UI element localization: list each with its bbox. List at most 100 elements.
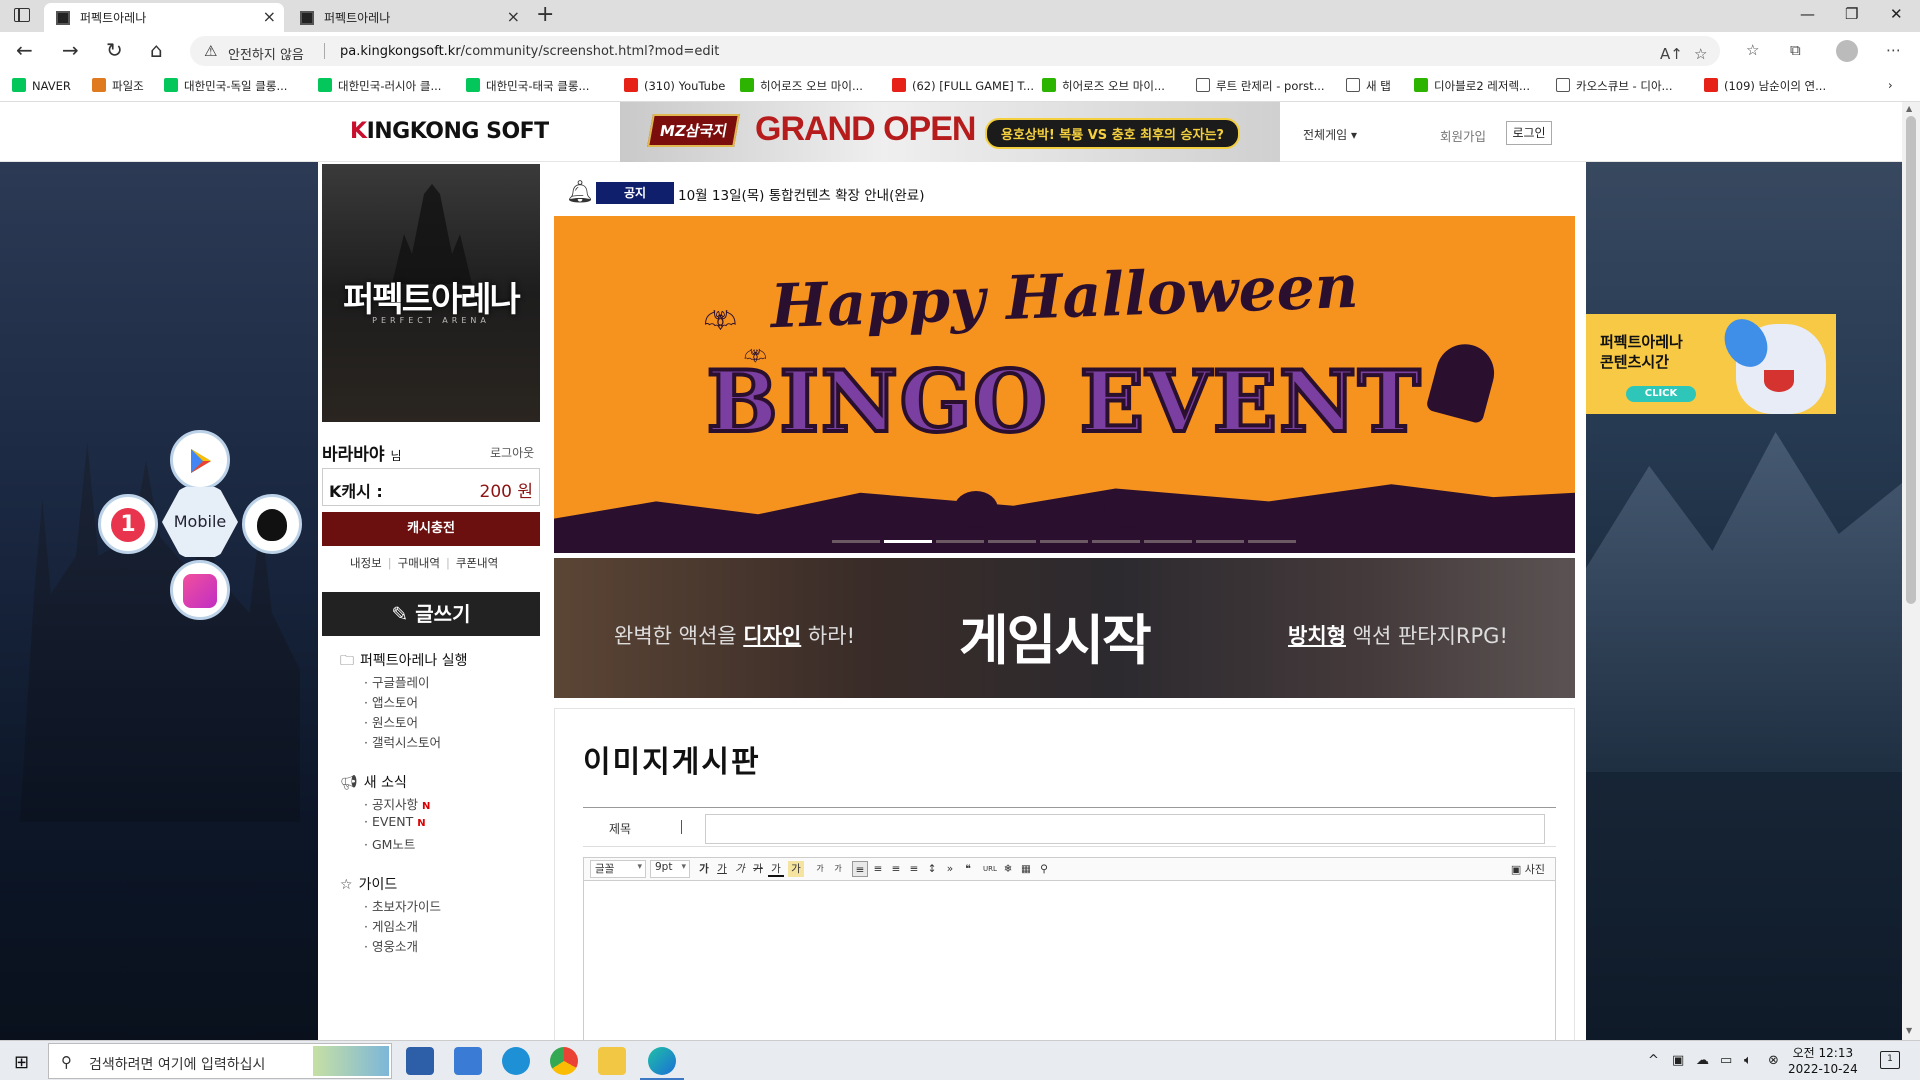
all-games-menu[interactable]: 전체게임 ▾	[1303, 126, 1357, 143]
font-size-select[interactable]: 9pt	[650, 860, 690, 878]
profile-avatar[interactable]	[1836, 40, 1858, 62]
menu-item[interactable]: · 공지사항 N	[364, 794, 430, 813]
menu-section-title[interactable]: 📢︎ 새 소식	[340, 772, 407, 792]
slider-dot[interactable]	[1092, 540, 1140, 543]
browser-tab-2[interactable]: 퍼펙트아레나 ×	[288, 3, 528, 32]
taskbar-clock[interactable]: 오전 12:13 2022-10-24	[1788, 1045, 1858, 1077]
quote-icon[interactable]: ❝	[960, 861, 976, 877]
refresh-icon[interactable]: ↻	[106, 38, 123, 62]
write-button[interactable]: ✎ 글쓰기	[322, 592, 540, 636]
special-char-icon[interactable]: ❄	[1000, 861, 1016, 877]
slider-dot[interactable]	[1040, 540, 1088, 543]
grand-open-banner[interactable]: MZ삼국지 GRAND OPEN 용호상박! 복룡 VS 충호 최후의 승자는?	[620, 102, 1280, 162]
login-button[interactable]: 로그인	[1506, 121, 1552, 145]
slider-dot[interactable]	[1144, 540, 1192, 543]
volume-icon[interactable]: 🔈︎	[1744, 1053, 1752, 1068]
bookmark-item[interactable]: 파일조	[92, 78, 144, 94]
notification-center-icon[interactable]: 1	[1880, 1051, 1900, 1069]
collections-icon[interactable]: ⧉	[1790, 41, 1801, 59]
url-text[interactable]: pa.kingkongsoft.kr/community/screenshot.…	[340, 44, 719, 59]
menu-item[interactable]: · 갤럭시스토어	[364, 732, 441, 751]
store-icon[interactable]	[406, 1047, 434, 1075]
content-time-event[interactable]: 퍼펙트아레나 콘텐츠시간 CLICK	[1586, 314, 1836, 414]
menu-item[interactable]: · 원스토어	[364, 712, 418, 731]
warning-icon[interactable]: ⚠	[204, 42, 217, 60]
edge-icon[interactable]	[640, 1047, 684, 1080]
more-menu-icon[interactable]: ⋯	[1886, 41, 1901, 59]
highlight-button[interactable]: 가	[788, 861, 804, 877]
bookmark-item[interactable]: NAVER	[12, 78, 71, 93]
tab-actions-icon[interactable]	[14, 8, 30, 22]
strike-button[interactable]: 가	[750, 861, 766, 877]
photo-upload-button[interactable]: ▣ 사진	[1511, 861, 1545, 877]
browser-tab-1[interactable]: 퍼펙트아레나 ×	[44, 3, 284, 32]
notice-text[interactable]: 10월 13일(목) 통합컨텐츠 확장 안내(완료)	[678, 184, 924, 204]
menu-item[interactable]: · 구글플레이	[364, 672, 429, 691]
ime-icon[interactable]: ⊗	[1768, 1053, 1779, 1068]
slider-dot[interactable]	[832, 540, 880, 543]
purchase-history-link[interactable]: 구매내역	[398, 556, 440, 570]
scroll-down-icon[interactable]: ▼	[1906, 1026, 1912, 1035]
address-bar[interactable]: ⚠ 안전하지 않음 pa.kingkongsoft.kr/community/s…	[190, 36, 1720, 66]
home-icon[interactable]: ⌂	[150, 38, 163, 62]
bookmark-item[interactable]: (310) YouTube	[624, 78, 725, 93]
read-aloud-icon[interactable]: A↑	[1660, 45, 1683, 63]
coupon-history-link[interactable]: 쿠폰내역	[456, 556, 498, 570]
menu-section-title[interactable]: ☆ 가이드	[340, 874, 397, 894]
onedrive-icon[interactable]: ☁	[1696, 1053, 1709, 1068]
link-icon[interactable]: URL	[982, 861, 998, 877]
bookmark-item[interactable]: 대한민국-러시아 클...	[318, 78, 441, 94]
bold-button[interactable]: 가	[696, 861, 712, 877]
page-scrollbar[interactable]: ▲ ▼	[1902, 102, 1920, 1040]
slider-dot[interactable]	[936, 540, 984, 543]
tray-app-icon[interactable]: ▣	[1672, 1053, 1684, 1068]
menu-item[interactable]: · 게임소개	[364, 916, 418, 935]
slider-dot[interactable]	[1196, 540, 1244, 543]
network-icon[interactable]: ▭	[1720, 1053, 1732, 1068]
back-icon[interactable]: ←	[16, 38, 33, 62]
halloween-event-banner[interactable]: 🦇︎ 🦇︎ Happy Halloween BINGO EVENT	[554, 216, 1575, 553]
restore-icon[interactable]: ❐	[1845, 5, 1858, 23]
slider-dot[interactable]	[988, 540, 1036, 543]
bookmark-item[interactable]: 루트 란제리 - porst...	[1196, 78, 1325, 94]
ie-icon[interactable]	[502, 1047, 530, 1075]
close-window-icon[interactable]: ✕	[1890, 5, 1903, 23]
line-height-icon[interactable]: ↕	[924, 861, 940, 877]
kingkong-logo[interactable]: KINGKONG SOFT	[350, 119, 549, 144]
bookmark-item[interactable]: 새 탭	[1346, 78, 1391, 94]
more-format-icon[interactable]: »	[942, 861, 958, 877]
text-color-button[interactable]: 가	[768, 861, 784, 877]
bookmark-item[interactable]: 대한민국-태국 클롱...	[466, 78, 589, 94]
add-favorite-icon[interactable]: ☆	[1694, 45, 1707, 63]
bookmark-item[interactable]: (109) 남순이의 연...	[1704, 78, 1826, 94]
title-input[interactable]	[705, 814, 1545, 844]
menu-section-title[interactable]: 🗀 퍼펙트아레나 실행	[340, 650, 468, 674]
slider-dot[interactable]	[1248, 540, 1296, 543]
menu-item[interactable]: · EVENT N	[364, 814, 426, 829]
close-tab-icon[interactable]: ×	[507, 7, 520, 26]
galaxy-store-button[interactable]	[170, 560, 230, 620]
chrome-icon[interactable]	[550, 1047, 578, 1075]
file-explorer-icon[interactable]	[598, 1047, 626, 1075]
tray-overflow-icon[interactable]: ^	[1648, 1053, 1659, 1068]
google-play-button[interactable]	[170, 430, 230, 490]
game-poster[interactable]: 퍼펙트아레나 PERFECT ARENA	[322, 164, 540, 422]
my-info-link[interactable]: 내정보	[350, 556, 382, 570]
windows-start-icon[interactable]: ⊞	[14, 1052, 29, 1073]
align-justify-icon[interactable]: ≡	[906, 861, 922, 877]
italic-button[interactable]: 가	[732, 861, 748, 877]
align-center-icon[interactable]: ≡	[870, 861, 886, 877]
font-family-select[interactable]: 글꼴	[590, 860, 646, 878]
app-store-button[interactable]	[242, 494, 302, 554]
logout-link[interactable]: 로그아웃	[490, 444, 534, 461]
forward-icon[interactable]: →	[62, 38, 79, 62]
new-tab-icon[interactable]: +	[536, 2, 554, 27]
menu-item[interactable]: · 앱스토어	[364, 692, 418, 711]
minimize-icon[interactable]: —	[1800, 5, 1815, 23]
menu-item[interactable]: · GM노트	[364, 834, 415, 853]
find-icon[interactable]: ⚲	[1036, 861, 1052, 877]
cash-charge-button[interactable]: 캐시충전	[322, 512, 540, 546]
menu-item[interactable]: · 영웅소개	[364, 936, 418, 955]
mobile-center[interactable]: Mobile	[162, 487, 238, 557]
bookmark-item[interactable]: (62) [FULL GAME] T...	[892, 78, 1034, 93]
